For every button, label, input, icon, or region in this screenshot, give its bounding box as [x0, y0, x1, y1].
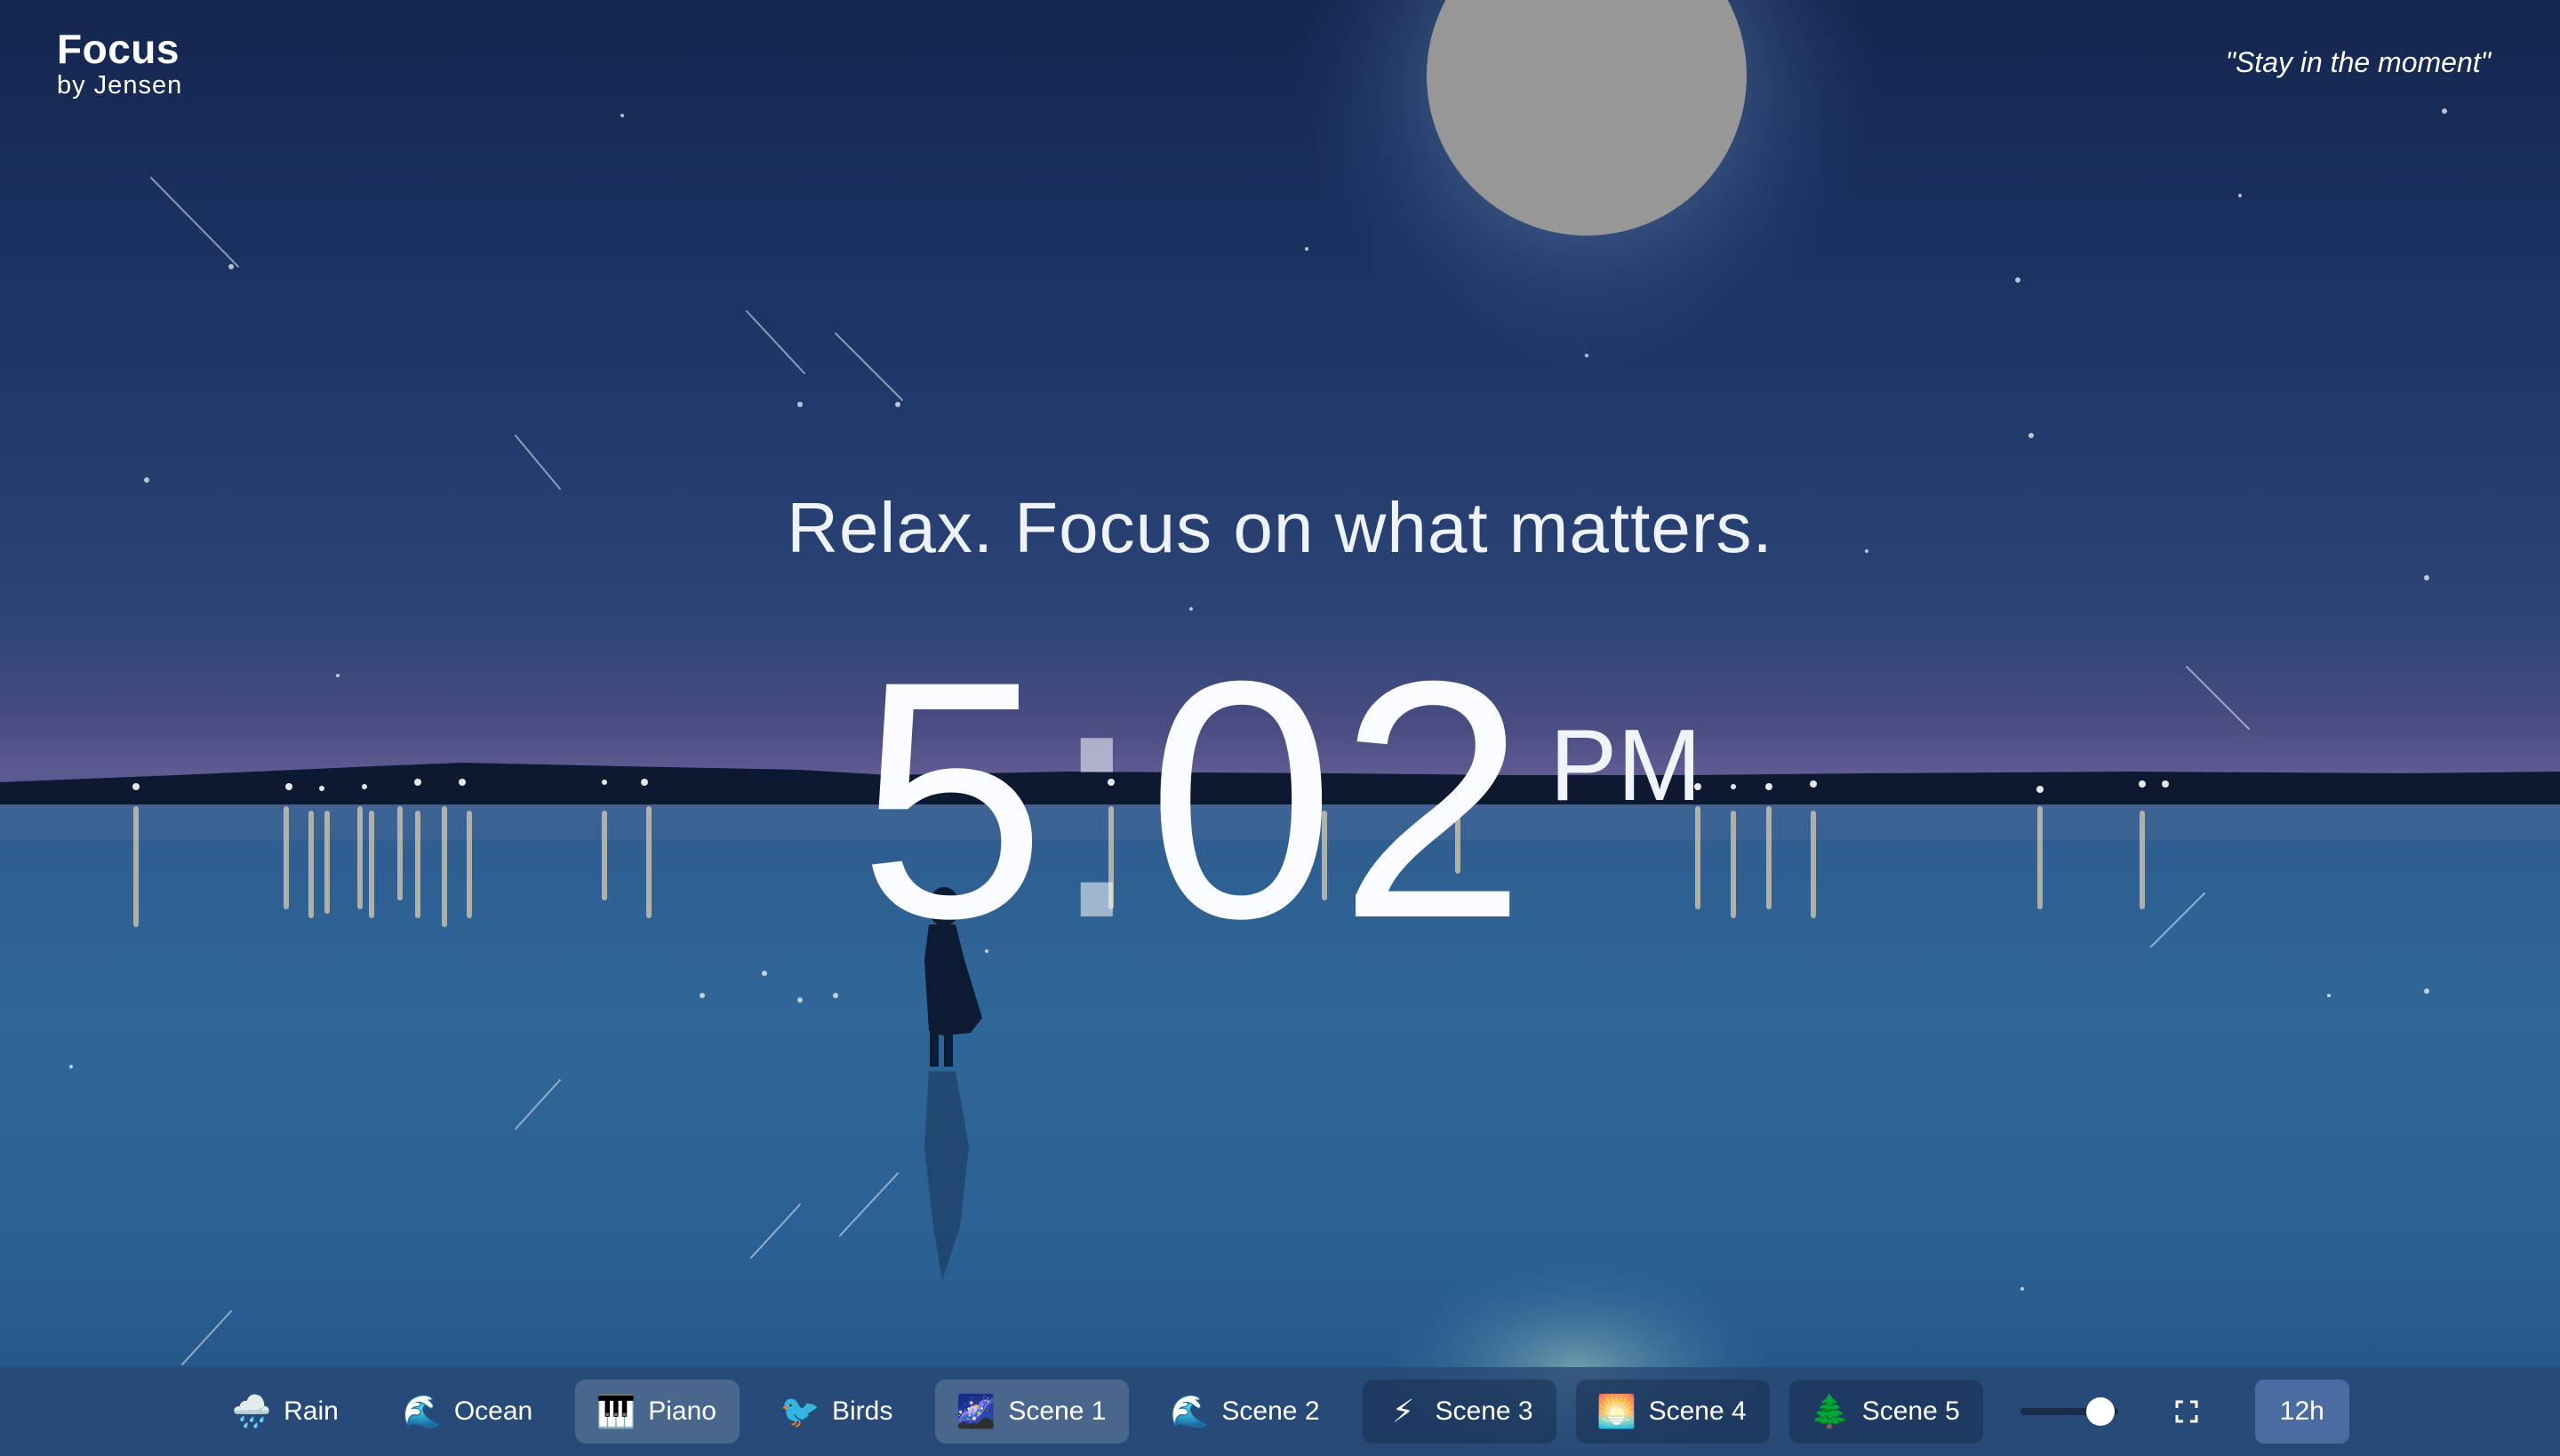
- time-format-toggle[interactable]: 12h: [2254, 1380, 2349, 1444]
- volume-slider[interactable]: [2020, 1397, 2118, 1426]
- tagline: Relax. Focus on what matters.: [787, 488, 1773, 567]
- control-label: Scene 3: [1435, 1396, 1533, 1426]
- control-rain-button[interactable]: 🌧️ Rain: [211, 1380, 362, 1444]
- brand-subtitle: by Jensen: [57, 71, 183, 100]
- clock-ampm: PM: [1549, 709, 1702, 822]
- clock-colon: :: [1050, 611, 1148, 988]
- fullscreen-icon[interactable]: [2164, 1389, 2209, 1434]
- pine-tree-icon: 🌲: [1810, 1393, 1851, 1429]
- brand-title: Focus: [57, 26, 180, 72]
- night-sky-icon: 🌌: [956, 1393, 996, 1429]
- control-scene-5-button[interactable]: 🌲 Scene 5: [1788, 1380, 1983, 1444]
- control-label: Scene 5: [1861, 1396, 1960, 1426]
- brand-logo: Focus by Jensen: [57, 28, 182, 99]
- control-ocean-button[interactable]: 🌊 Ocean: [381, 1380, 556, 1444]
- clock-display: 5:02 PM: [0, 631, 2560, 969]
- piano-icon: 🎹: [596, 1393, 636, 1429]
- control-label: Scene 4: [1648, 1396, 1747, 1426]
- control-label: Scene 2: [1221, 1396, 1320, 1426]
- clock-minute: 02: [1147, 611, 1531, 988]
- control-scene-4-button[interactable]: 🌅 Scene 4: [1575, 1380, 1770, 1444]
- clock-time: 5:02: [859, 611, 1531, 988]
- control-scene-1-button[interactable]: 🌌 Scene 1: [935, 1380, 1130, 1444]
- control-label: Scene 1: [1008, 1396, 1107, 1426]
- bird-icon: 🐦: [780, 1393, 820, 1429]
- control-scene-3-button[interactable]: ⚡ Scene 3: [1362, 1380, 1556, 1444]
- lightning-icon: ⚡: [1391, 1393, 1415, 1429]
- wave-icon: 🌊: [402, 1393, 443, 1429]
- control-bar: 🌧️ Rain 🌊 Ocean 🎹 Piano 🐦 Birds 🌌 Scene 1 🌊 Scene 2…: [0, 1367, 2560, 1456]
- control-label: Birds: [831, 1396, 893, 1426]
- rain-cloud-icon: 🌧️: [231, 1393, 272, 1429]
- quote-text: "Stay in the moment": [2225, 46, 2491, 78]
- wave-icon: 🌊: [1170, 1393, 1210, 1429]
- control-birds-button[interactable]: 🐦 Birds: [759, 1380, 916, 1444]
- sunset-icon: 🌅: [1596, 1393, 1637, 1429]
- volume-slider-thumb[interactable]: [2085, 1397, 2115, 1426]
- control-piano-button[interactable]: 🎹 Piano: [575, 1380, 740, 1444]
- control-label: Rain: [284, 1396, 339, 1426]
- control-scene-2-button[interactable]: 🌊 Scene 2: [1148, 1380, 1342, 1444]
- control-label: Piano: [648, 1396, 716, 1426]
- control-label: Ocean: [453, 1396, 533, 1426]
- clock-hour: 5: [858, 611, 1051, 988]
